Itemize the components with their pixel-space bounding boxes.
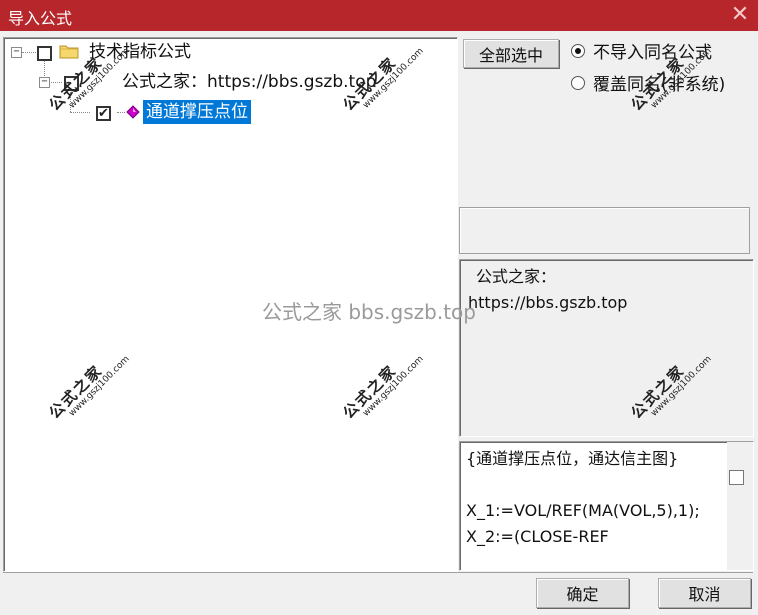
gem-icon: [126, 105, 140, 119]
root-checkbox[interactable]: [37, 46, 52, 61]
formula-label[interactable]: 通道撑压点位: [143, 100, 251, 124]
close-icon[interactable]: ✕: [728, 2, 752, 28]
info-panel: 公式之家： https://bbs.gszb.top: [459, 259, 754, 437]
collapse-icon[interactable]: −: [11, 47, 22, 58]
code-checkbox[interactable]: [729, 470, 744, 485]
folder-icon: [59, 45, 79, 59]
cancel-button[interactable]: 取消: [658, 578, 751, 608]
code-preview[interactable]: {通道撑压点位，通达信主图} X_1:=VOL/REF(MA(VOL,5),1)…: [459, 441, 754, 571]
info-line-2: https://bbs.gszb.top: [468, 293, 628, 312]
bottom-divider: [3, 572, 753, 573]
code-text: {通道撑压点位，通达信主图} X_1:=VOL/REF(MA(VOL,5),1)…: [466, 446, 700, 550]
window-title: 导入公式: [8, 9, 73, 28]
info-line-1: 公式之家：: [476, 267, 557, 286]
info-text: 公式之家： https://bbs.gszb.top: [468, 264, 627, 316]
ok-button[interactable]: 确定: [536, 578, 629, 608]
source-label: 公式之家：https://bbs.gszb.top: [122, 72, 377, 92]
title-bar: 导入公式 ✕: [0, 0, 758, 31]
formula-checkbox[interactable]: ✔: [96, 106, 111, 121]
collapse-icon[interactable]: −: [39, 77, 50, 88]
status-box: [459, 207, 750, 254]
select-all-button[interactable]: 全部选中: [463, 39, 559, 68]
code-line: X_1:=VOL/REF(MA(VOL,5),1);: [466, 501, 700, 520]
code-line: {通道撑压点位，通达信主图}: [466, 449, 679, 468]
radio-overwrite-indicator[interactable]: [571, 76, 585, 90]
code-scrollbar[interactable]: [727, 442, 753, 570]
watermark-center: 公式之家 bbs.gszb.top: [262, 300, 476, 324]
code-line: X_2:=(CLOSE-REF: [466, 527, 609, 546]
radio-no-import-indicator[interactable]: [571, 44, 585, 58]
